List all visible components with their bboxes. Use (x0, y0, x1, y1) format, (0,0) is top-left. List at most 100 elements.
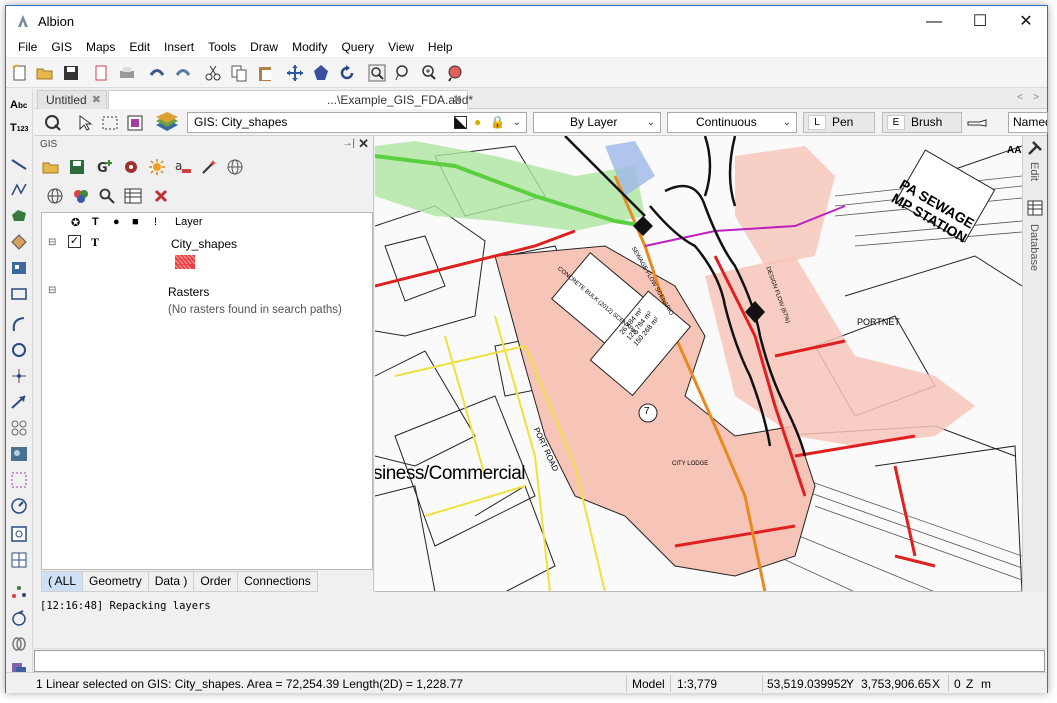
database-icon[interactable] (1027, 200, 1043, 216)
collapse-toggle-icon[interactable]: ⊟ (48, 237, 56, 248)
minimize-button[interactable]: — (911, 6, 957, 37)
zoom-realtime-icon[interactable] (420, 64, 438, 82)
map-canvas[interactable]: siness/Commercial PA SEWAGE MP STATION P… (375, 136, 1022, 592)
image-tool-icon[interactable] (10, 445, 28, 463)
layer-select[interactable]: GIS: City_shapes ● 🔒 ⌄ (187, 112, 527, 133)
edit-dock-tab[interactable]: Edit (1028, 162, 1040, 181)
tab-connections[interactable]: Connections (238, 571, 318, 592)
hatch-tool-icon[interactable] (10, 233, 28, 251)
space-indicator[interactable]: Model (632, 677, 665, 691)
zoom-extents-icon[interactable] (312, 64, 330, 82)
print-preview-icon[interactable] (92, 64, 110, 82)
tabs-scroll-left-icon[interactable]: < (1017, 92, 1023, 103)
polyline-tool-icon[interactable] (10, 181, 28, 199)
linetype-select[interactable]: Continuous ⌄ (667, 112, 797, 133)
save-icon[interactable] (62, 64, 80, 82)
viewport-tool-icon[interactable] (10, 525, 28, 543)
chevron-down-icon[interactable]: ⌄ (783, 113, 791, 132)
globe-settings-icon[interactable] (46, 187, 64, 205)
maximize-button[interactable]: ☐ (957, 6, 1003, 37)
menu-insert[interactable]: Insert (157, 37, 201, 57)
pan-icon[interactable] (286, 64, 304, 82)
tab-order[interactable]: Order (194, 571, 239, 592)
point-tool-icon[interactable] (10, 367, 28, 385)
save-icon[interactable] (68, 158, 86, 176)
text-tool-icon[interactable]: Abc (10, 99, 32, 117)
tab-close-icon[interactable]: ✖ (453, 91, 462, 109)
menu-maps[interactable]: Maps (79, 37, 122, 57)
dimension-text-icon[interactable]: T123 (10, 122, 32, 140)
collapse-toggle-icon[interactable]: ⊟ (48, 285, 56, 296)
tab-geometry[interactable]: Geometry (83, 571, 149, 592)
cut-icon[interactable] (204, 64, 222, 82)
tab-all[interactable]: ( ALL (41, 571, 84, 592)
label-layer-icon[interactable]: a (174, 158, 192, 176)
close-button[interactable]: ✕ (1003, 6, 1049, 37)
database-dock-tab[interactable]: Database (1028, 224, 1040, 271)
annotation-scale-icon[interactable]: AA (1007, 145, 1021, 156)
menu-tools[interactable]: Tools (201, 37, 243, 57)
layer-stack-icon[interactable] (154, 111, 180, 133)
undo-icon[interactable] (148, 64, 166, 82)
array-tool-icon[interactable] (10, 419, 28, 437)
add-layer-icon[interactable]: G (96, 158, 114, 176)
magic-wand-icon[interactable] (200, 158, 218, 176)
hand-pointer-icon[interactable] (966, 114, 990, 132)
grid-tool-icon[interactable] (10, 551, 28, 569)
select-window-icon[interactable] (101, 114, 119, 132)
menu-edit[interactable]: Edit (122, 37, 157, 57)
print-icon[interactable] (118, 64, 136, 82)
layer-visibility-checkbox[interactable]: ✓ (68, 235, 81, 248)
rectangle-tool-icon[interactable] (10, 285, 28, 303)
sun-icon[interactable] (148, 158, 166, 176)
link-tool-icon[interactable] (10, 635, 28, 653)
tab-data[interactable]: Data ) (148, 571, 195, 592)
rasters-group-label[interactable]: Rasters (168, 285, 209, 299)
arrow-tool-icon[interactable] (10, 393, 28, 411)
select-pointer-icon[interactable] (76, 114, 94, 132)
regen-icon[interactable] (338, 64, 356, 82)
menu-gis[interactable]: GIS (44, 37, 79, 57)
pin-icon[interactable]: →| (342, 138, 355, 149)
copy-icon[interactable] (230, 64, 248, 82)
line-tool-icon[interactable] (10, 155, 28, 173)
chevron-down-icon[interactable]: ⌄ (513, 113, 521, 132)
close-icon[interactable]: ✕ (358, 136, 369, 152)
block-tool-icon[interactable] (10, 259, 28, 277)
pen-button[interactable]: L Pen (803, 112, 875, 133)
open-folder-icon[interactable] (42, 158, 60, 176)
open-folder-icon[interactable] (36, 64, 54, 82)
brush-button[interactable]: E Brush (882, 112, 962, 133)
menu-query[interactable]: Query (334, 37, 381, 57)
zoom-previous-icon[interactable] (446, 64, 464, 82)
scale-indicator[interactable]: 1:3,779 (677, 677, 717, 691)
tab-example-gis-fda[interactable]: ...\Example_GIS_FDA.abd* ✖ (108, 90, 473, 109)
arc-tool-icon[interactable] (10, 315, 28, 333)
redo-icon[interactable] (174, 64, 192, 82)
polygon-tool-icon[interactable] (10, 207, 28, 225)
table-icon[interactable] (124, 187, 142, 205)
color-select[interactable]: By Layer ⌄ (533, 112, 661, 133)
layer-color-icon[interactable] (454, 116, 467, 129)
zoom-window-icon[interactable] (368, 64, 386, 82)
new-file-icon[interactable] (11, 64, 29, 82)
menu-draw[interactable]: Draw (243, 37, 285, 57)
region-tool-icon[interactable] (10, 471, 28, 489)
menu-file[interactable]: File (11, 37, 44, 57)
query-layer-icon[interactable] (122, 158, 140, 176)
theme-colors-icon[interactable] (72, 187, 90, 205)
search-icon[interactable] (98, 187, 116, 205)
layer-visible-bulb-icon[interactable]: ● (474, 113, 481, 132)
rotate-tool-icon[interactable] (10, 609, 28, 627)
tab-untitled[interactable]: Untitled ✖ (37, 90, 107, 109)
layer-name[interactable]: City_shapes (171, 237, 237, 251)
menu-help[interactable]: Help (421, 37, 460, 57)
select-properties-icon[interactable] (126, 114, 144, 132)
chevron-down-icon[interactable]: ⌄ (647, 113, 655, 132)
snap-icon[interactable] (44, 114, 62, 132)
tools-icon[interactable] (1027, 140, 1043, 156)
menu-view[interactable]: View (381, 37, 421, 57)
circle-tool-icon[interactable] (10, 341, 28, 359)
globe-icon[interactable] (226, 158, 244, 176)
tab-close-icon[interactable]: ✖ (92, 91, 101, 109)
